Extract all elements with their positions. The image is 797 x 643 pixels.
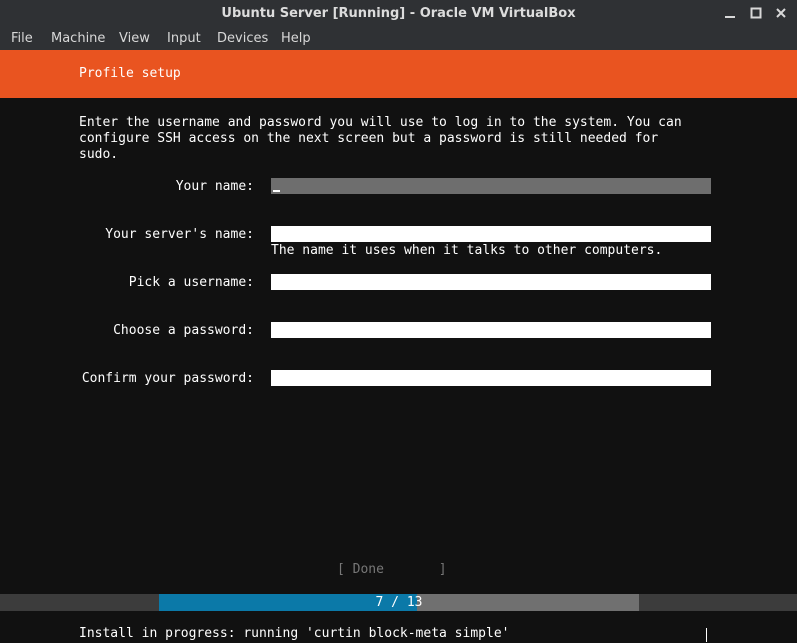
close-icon[interactable] bbox=[771, 4, 791, 24]
intro-text: Enter the username and password you will… bbox=[79, 115, 682, 162]
progress-text: 7 / 13 bbox=[375, 595, 423, 610]
status-text: Install in progress: running 'curtin blo… bbox=[79, 626, 510, 641]
progress-bar: 7 / 13 bbox=[159, 594, 639, 611]
maximize-icon[interactable] bbox=[746, 4, 766, 24]
menu-machine[interactable]: Machine bbox=[51, 31, 105, 46]
window-title: Ubuntu Server [Running] - Oracle VM Virt… bbox=[221, 6, 576, 21]
server-name-help: The name it uses when it talks to other … bbox=[271, 243, 663, 258]
menu-bar: File Machine View Input Devices Help bbox=[0, 28, 797, 50]
page-title: Profile setup bbox=[79, 66, 181, 81]
menu-file[interactable]: File bbox=[11, 31, 33, 46]
title-bar[interactable]: Ubuntu Server [Running] - Oracle VM Virt… bbox=[0, 0, 797, 28]
server-name-input[interactable] bbox=[271, 226, 711, 242]
confirm-password-input[interactable] bbox=[271, 370, 711, 386]
progress-row: 7 / 13 bbox=[0, 594, 797, 611]
minimize-icon[interactable] bbox=[720, 4, 740, 24]
server-name-label: Your server's name: bbox=[105, 227, 254, 242]
password-label: Choose a password: bbox=[113, 323, 254, 338]
username-input[interactable] bbox=[271, 274, 711, 290]
your-name-label: Your name: bbox=[175, 179, 254, 194]
menu-input[interactable]: Input bbox=[167, 31, 201, 46]
username-label: Pick a username: bbox=[128, 275, 254, 290]
your-name-input[interactable] bbox=[271, 178, 711, 194]
confirm-password-label: Confirm your password: bbox=[81, 371, 254, 386]
installer-header: Profile setup bbox=[0, 50, 797, 98]
menu-view[interactable]: View bbox=[119, 31, 150, 46]
done-button[interactable]: [ Done ] bbox=[337, 562, 447, 578]
menu-help[interactable]: Help bbox=[281, 31, 311, 46]
virtualbox-window: Ubuntu Server [Running] - Oracle VM Virt… bbox=[0, 0, 797, 643]
text-cursor bbox=[273, 190, 280, 192]
menu-devices[interactable]: Devices bbox=[217, 31, 268, 46]
password-input[interactable] bbox=[271, 322, 711, 338]
vm-screen[interactable]: Profile setup Enter the username and pas… bbox=[0, 50, 797, 643]
status-cursor bbox=[706, 628, 707, 642]
